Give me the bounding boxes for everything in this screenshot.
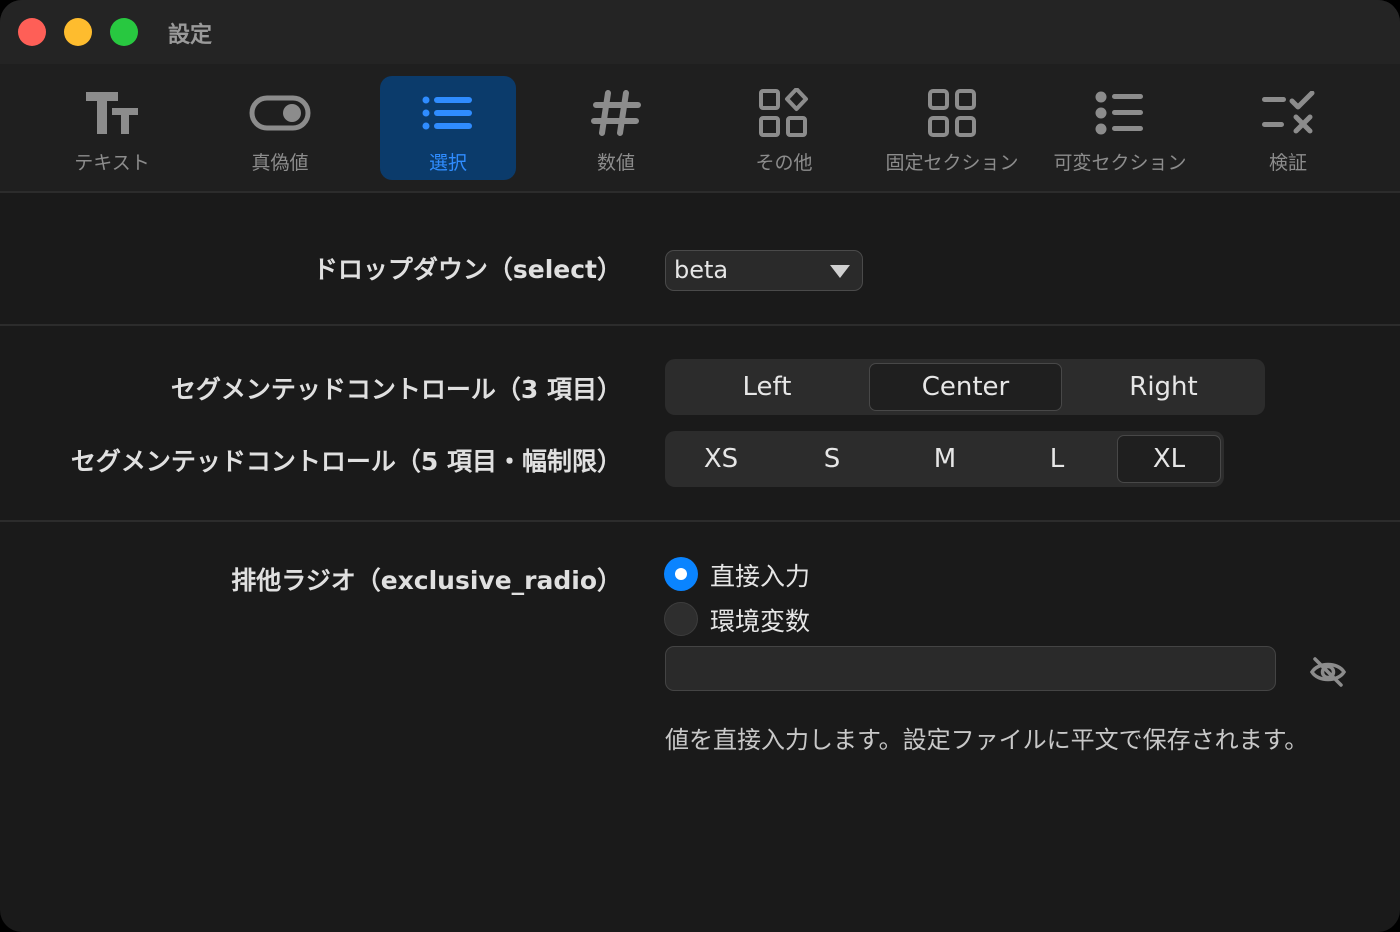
radio-direct-input-label[interactable]: 直接入力 [710, 557, 810, 593]
toggle-icon [249, 95, 311, 131]
bullet-list-icon [1095, 91, 1143, 135]
maximize-window-button[interactable] [110, 18, 138, 46]
chevron-down-icon [830, 265, 850, 278]
radio-environment-variable-label[interactable]: 環境変数 [710, 602, 810, 638]
squares-diamond-icon [759, 88, 808, 137]
tab-boolean[interactable]: 真偽値 [212, 76, 348, 180]
tab-fixed-section[interactable]: 固定セクション [884, 76, 1020, 180]
tab-label: その他 [755, 152, 813, 174]
number-sign-icon [591, 90, 641, 136]
help-text: 値を直接入力します。設定ファイルに平文で保存されます。 [665, 726, 1309, 754]
segment-xl[interactable]: XL [1117, 435, 1221, 483]
checklist-icon [1262, 91, 1315, 134]
segment-left[interactable]: Left [669, 363, 865, 411]
segment-s[interactable]: S [777, 435, 887, 483]
eye-slash-icon[interactable] [1310, 656, 1346, 688]
tab-selection[interactable]: 選択 [380, 76, 516, 180]
tab-other[interactable]: その他 [716, 76, 852, 180]
grid-icon [928, 89, 976, 137]
segment3-label: セグメンテッドコントロール（3 項目） [170, 375, 622, 404]
tab-label: 可変セクション [1053, 152, 1187, 174]
tab-number[interactable]: 数値 [548, 76, 684, 180]
tab-label: 真偽値 [251, 152, 309, 174]
segment-xs[interactable]: XS [669, 435, 773, 483]
text-format-icon [86, 92, 138, 134]
segment-right[interactable]: Right [1066, 363, 1261, 411]
radio-environment-variable[interactable] [664, 602, 698, 636]
radio-direct-input[interactable] [664, 557, 698, 591]
segment-m[interactable]: M [891, 435, 999, 483]
dropdown-label: ドロップダウン（select） [312, 255, 622, 284]
secret-value-input[interactable] [665, 646, 1276, 691]
segmented-control-3: Left Center Right [665, 359, 1265, 415]
minimize-window-button[interactable] [64, 18, 92, 46]
segment5-label: セグメンテッドコントロール（5 項目・幅制限） [70, 447, 622, 476]
tab-label: 選択 [428, 152, 467, 174]
segment-center[interactable]: Center [869, 363, 1062, 411]
list-icon [422, 96, 472, 130]
dropdown-select[interactable]: beta [665, 250, 863, 291]
exclusive-radio-label: 排他ラジオ（exclusive_radio） [231, 566, 622, 595]
tab-label: テキスト [74, 152, 150, 174]
section-divider [0, 324, 1400, 326]
segmented-control-5: XS S M L XL [665, 431, 1224, 487]
settings-window: 設定 テキスト 真偽値 選択 数値 その他 固定セクション 可変セクション 検証… [0, 0, 1400, 932]
tab-label: 検証 [1268, 152, 1307, 174]
tab-text[interactable]: テキスト [44, 76, 180, 180]
close-window-button[interactable] [18, 18, 46, 46]
tab-label: 数値 [596, 152, 635, 174]
title-bar[interactable]: 設定 [0, 0, 1400, 64]
section-divider [0, 520, 1400, 522]
window-title: 設定 [168, 23, 213, 48]
tab-variable-section[interactable]: 可変セクション [1052, 76, 1188, 180]
settings-toolbar: テキスト 真偽値 選択 数値 その他 固定セクション 可変セクション 検証 [0, 64, 1400, 193]
tab-label: 固定セクション [885, 152, 1019, 174]
dropdown-value: beta [674, 256, 729, 284]
tab-validation[interactable]: 検証 [1220, 76, 1356, 180]
segment-l[interactable]: L [1003, 435, 1111, 483]
